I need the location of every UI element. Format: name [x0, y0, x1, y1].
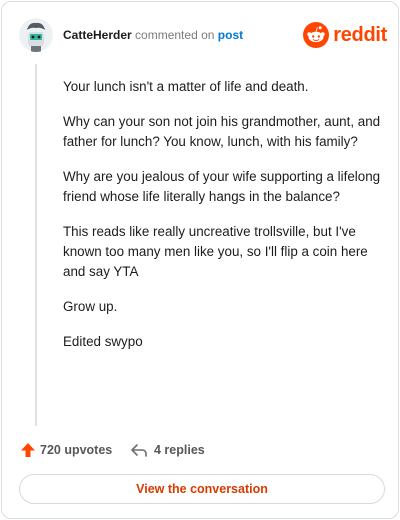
upvote-count: 720 upvotes [40, 443, 113, 457]
reddit-logo[interactable]: reddit [303, 20, 387, 50]
comment-paragraph: Edited swypo [63, 334, 143, 349]
comment-body: Your lunch isn't a matter of life and de… [63, 77, 381, 367]
comment-paragraph: Why are you jealous of your wife support… [63, 169, 381, 204]
upvote-arrow-icon [21, 443, 35, 457]
comment-paragraph: Why can your son not join his grandmothe… [63, 114, 381, 149]
comment-footer: 720 upvotes 4 replies [20, 440, 380, 460]
reply-arrow-icon [131, 444, 147, 457]
comment-paragraph: Your lunch isn't a matter of life and de… [63, 79, 309, 94]
avatar-image [19, 18, 53, 52]
comment-meta: CatteHerder commented on post [63, 28, 243, 42]
comment-paragraph: This reads like really uncreative trolls… [63, 224, 368, 279]
replies-button[interactable]: 4 replies [130, 440, 205, 460]
comment-paragraph: Grow up. [63, 299, 118, 314]
reddit-wordmark: reddit [333, 23, 387, 46]
comment-header: CatteHerder commented on post reddit [19, 18, 387, 54]
post-link[interactable]: post [218, 28, 243, 42]
comment-embed-card: CatteHerder commented on post reddit You… [1, 1, 399, 519]
reply-count: 4 replies [154, 443, 205, 457]
reddit-snoo-icon [303, 22, 330, 48]
thread-line[interactable] [35, 64, 37, 426]
user-avatar[interactable] [19, 18, 53, 52]
action-text: commented on [135, 28, 215, 42]
upvote-button[interactable]: 720 upvotes [20, 440, 112, 460]
username-link[interactable]: CatteHerder [63, 28, 132, 42]
view-conversation-button[interactable]: View the conversation [19, 474, 385, 504]
